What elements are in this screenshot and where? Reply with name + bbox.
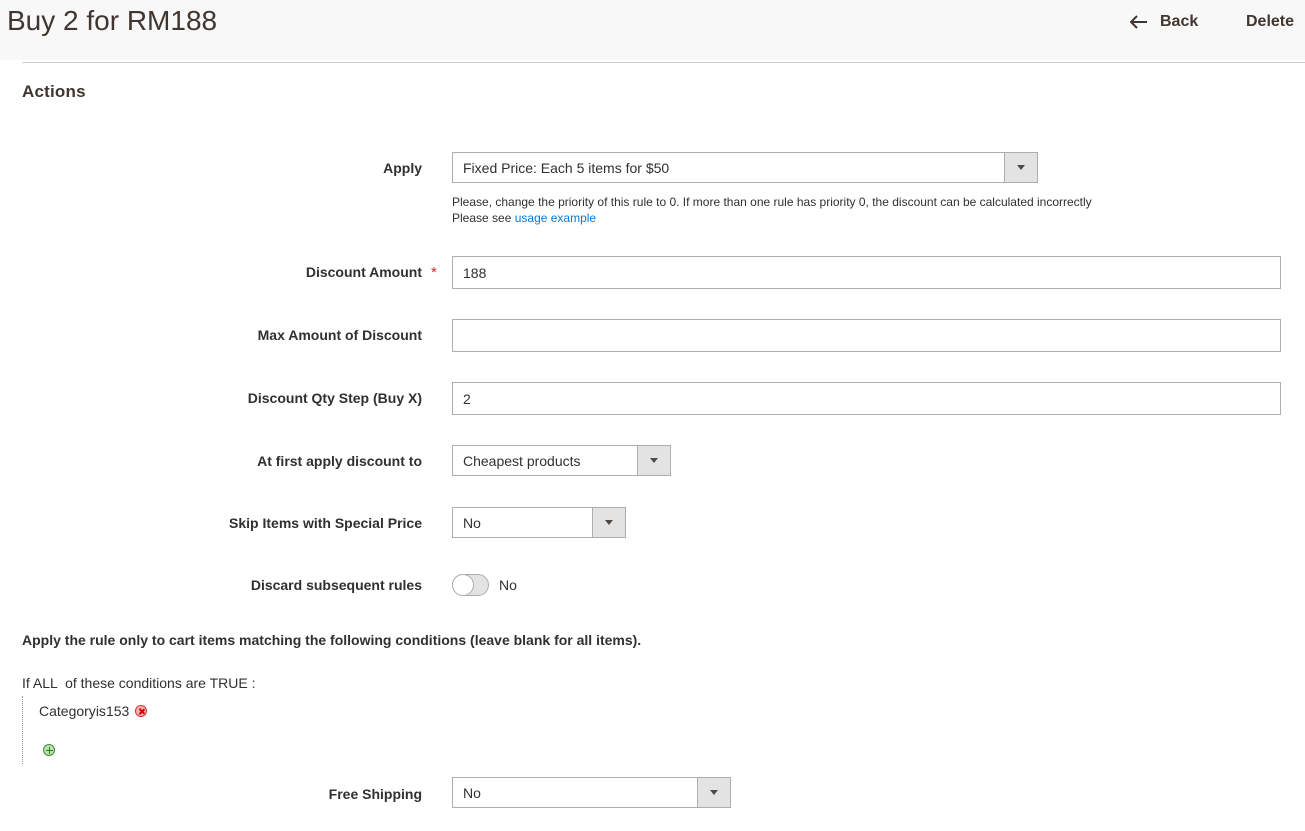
back-button[interactable]: Back [1130, 10, 1198, 34]
max-amount-label: Max Amount of Discount [257, 327, 422, 343]
apply-note-line2: Please see usage example [452, 210, 1092, 226]
conditions-tree [22, 696, 23, 764]
aggregator-value-select[interactable]: TRUE [210, 675, 248, 691]
free-shipping-label: Free Shipping [328, 786, 422, 802]
back-label: Back [1160, 13, 1199, 30]
section-title[interactable]: Actions [22, 82, 86, 102]
toggle-knob [452, 574, 474, 596]
apply-select[interactable]: Fixed Price: Each 5 items for $50 [452, 152, 1038, 183]
apply-note-prefix: Please see [452, 211, 515, 225]
conditions-heading: Apply the rule only to cart items matchi… [22, 632, 642, 648]
conditions-middle-text: of these conditions are [65, 675, 206, 691]
conditions-suffix: : [251, 675, 256, 691]
condition-item: Category is 153 [39, 703, 148, 719]
conditions-aggregator-line: If ALL of these conditions are TRUE : [22, 675, 256, 691]
chevron-down-icon [697, 778, 730, 807]
free-shipping-select-value: No [463, 784, 481, 801]
first-apply-select[interactable]: Cheapest products [452, 445, 671, 476]
discount-amount-label: Discount Amount [305, 264, 422, 280]
condition-operator[interactable]: is [96, 703, 106, 719]
discount-amount-input[interactable]: 188 [452, 256, 1281, 289]
usage-example-link[interactable]: usage example [515, 211, 596, 225]
apply-note-line1: Please, change the priority of this rule… [452, 195, 1092, 209]
max-amount-input[interactable] [452, 319, 1281, 352]
page-title: Buy 2 for RM188 [7, 5, 218, 36]
skip-special-select[interactable]: No [452, 507, 626, 538]
qty-step-label: Discount Qty Step (Buy X) [247, 390, 422, 406]
chevron-down-icon [637, 446, 670, 475]
discard-rules-toggle[interactable] [452, 574, 489, 596]
add-condition-icon[interactable] [43, 744, 55, 756]
free-shipping-select[interactable]: No [452, 777, 731, 808]
remove-condition-icon[interactable] [135, 705, 148, 717]
if-text: If [22, 675, 30, 691]
delete-button[interactable]: Delete [1246, 10, 1294, 34]
header-divider [22, 62, 1305, 63]
apply-select-value: Fixed Price: Each 5 items for $50 [463, 159, 670, 176]
aggregator-select[interactable]: ALL [33, 675, 57, 691]
chevron-down-icon [1004, 153, 1037, 182]
qty-step-input[interactable]: 2 [452, 382, 1281, 415]
required-indicator: * [431, 264, 437, 281]
apply-note: Please, change the priority of this rule… [452, 194, 1092, 226]
discard-rules-label: Discard subsequent rules [250, 577, 422, 593]
apply-label: Apply [383, 160, 422, 176]
first-apply-label: At first apply discount to [257, 453, 422, 469]
discard-rules-value: No [499, 577, 517, 593]
page-header: Buy 2 for RM188 Back Delete [0, 0, 1305, 60]
condition-attribute[interactable]: Category [39, 703, 96, 719]
condition-value[interactable]: 153 [106, 703, 129, 719]
skip-special-select-value: No [463, 514, 481, 531]
chevron-down-icon [592, 508, 625, 537]
first-apply-select-value: Cheapest products [463, 452, 581, 469]
skip-special-label: Skip Items with Special Price [229, 515, 422, 531]
arrow-left-icon [1130, 15, 1147, 29]
